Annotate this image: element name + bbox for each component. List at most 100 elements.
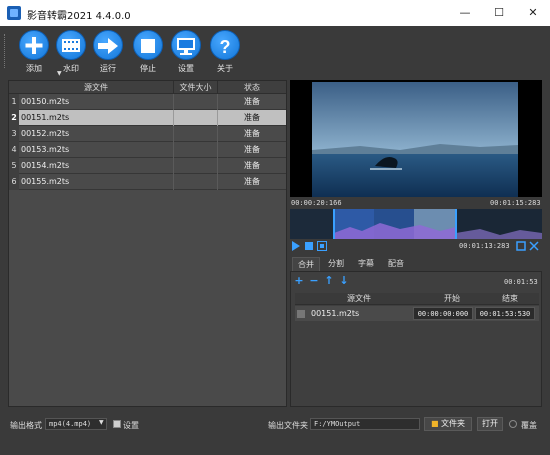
merge-table-header: 源文件 开始 结束 [295,293,539,305]
question-icon: ? [220,37,231,57]
cell-status: 准备 [244,177,260,186]
table-row[interactable]: 00150.m2ts 准备 [19,94,286,110]
folder-icon: ■ [430,419,439,428]
status-bar [0,438,550,455]
file-list-table[interactable]: 源文件 文件大小 状态 1 00150.m2ts 准备 2 00151.m2ts… [8,80,287,407]
svg-text:?: ? [220,37,231,57]
tab-merge[interactable]: 合并 [292,257,320,271]
choose-folder-button[interactable]: ■ 文件夹 [424,417,472,431]
row-number: 6 [9,174,19,190]
cell-size [174,174,218,190]
maximize-button[interactable]: ☐ [482,0,516,26]
stop-playback-icon[interactable] [304,241,314,251]
merge-cell-file: 00151.m2ts [311,309,360,318]
merge-panel: + − ↑ ↓ 00:01:53 源文件 开始 结束 00151.m2ts 00… [290,271,542,407]
header-file-size[interactable]: 文件大小 [174,81,218,94]
minimize-button[interactable]: — [448,0,482,26]
end-time-input[interactable]: 00:01:53:530 [475,307,535,320]
cut-icon[interactable] [529,241,539,251]
open-folder-button[interactable]: 打开 [477,417,503,431]
format-dropdown-icon[interactable]: ▼ [99,419,104,426]
format-settings-label[interactable]: 设置 [123,420,139,431]
main-toolbar: 添加 ▼ 水印 运行 停止 设置 ? 关于 [0,26,550,77]
table-row[interactable]: 00154.m2ts 准备 [19,158,286,174]
add-label: 添加 [26,64,42,73]
snapshot-icon[interactable] [516,241,526,251]
cell-file: 00154.m2ts [19,158,174,174]
merge-header-start: 开始 [444,294,460,303]
output-format-select[interactable]: mp4(4.mp4) [45,418,107,430]
cell-file: 00152.m2ts [19,126,174,142]
add-button[interactable]: 添加 ▼ [14,30,62,77]
watermark-button[interactable]: 水印 [51,30,91,74]
toolbar-grip[interactable] [4,34,7,68]
stop-button[interactable]: 停止 [128,30,168,74]
table-row-selected[interactable]: 00151.m2ts 准备 [19,110,286,126]
cell-status: 准备 [244,97,260,106]
add-clip-icon[interactable]: + [294,275,304,286]
close-button[interactable]: ✕ [516,0,550,26]
timeline-strip[interactable] [290,209,542,239]
overwrite-radio[interactable] [509,420,517,428]
fullscreen-icon[interactable] [317,241,327,251]
cell-size [174,142,218,158]
play-icon[interactable] [291,241,301,251]
cell-size [174,126,218,142]
cell-status: 准备 [244,113,260,122]
settings-label: 设置 [178,64,194,73]
tab-split[interactable]: 分割 [322,257,350,271]
timeline-thumbnails [290,209,542,239]
row-number: 3 [9,126,19,142]
cell-file: 00153.m2ts [19,142,174,158]
about-button[interactable]: ? 关于 [205,30,245,74]
cell-size [174,94,218,110]
run-button[interactable]: 运行 [88,30,128,74]
edit-tabs: 合并 分割 字幕 配音 [290,257,542,271]
settings-button[interactable]: 设置 [166,30,206,74]
remove-clip-icon[interactable]: − [309,275,319,286]
run-label: 运行 [100,64,116,73]
merge-header-end: 结束 [502,294,518,303]
table-row[interactable]: 00153.m2ts 准备 [19,142,286,158]
output-bar: 输出格式 mp4(4.mp4) ▼ 设置 输出文件夹 F:/YMOutput ■… [0,414,550,436]
tab-subtitle[interactable]: 字幕 [352,257,380,271]
end-time-label: 00:01:15:283 [490,199,541,207]
cell-size [174,158,218,174]
tab-dubbing[interactable]: 配音 [382,257,410,271]
monitor-icon [177,38,195,55]
video-preview[interactable] [290,80,542,197]
table-row[interactable]: 00152.m2ts 准备 [19,126,286,142]
overwrite-label: 覆盖 [521,421,537,430]
film-icon [62,39,80,52]
move-down-icon[interactable]: ↓ [339,275,349,286]
merge-row[interactable]: 00151.m2ts 00:00:00:000 00:01:53:530 [295,306,539,321]
cell-status: 准备 [244,161,260,170]
merge-header-source: 源文件 [347,294,371,303]
current-time-label: 00:00:20:166 [291,199,342,207]
about-label: 关于 [217,64,233,73]
row-handle-icon[interactable] [297,310,305,318]
stop-icon [141,39,155,53]
cell-size [174,110,218,126]
output-path-input[interactable]: F:/YMOutput [310,418,420,430]
video-frame-image [312,80,518,197]
cell-status: 准备 [244,145,260,154]
move-up-icon[interactable]: ↑ [324,275,334,286]
plus-icon [25,37,43,54]
app-logo-icon [7,6,21,20]
start-time-input[interactable]: 00:00:00:000 [413,307,473,320]
row-number: 1 [9,94,19,110]
table-row[interactable]: 00155.m2ts 准备 [19,174,286,190]
cell-file: 00155.m2ts [19,174,174,190]
stop-label: 停止 [140,64,156,73]
row-number: 5 [9,158,19,174]
cell-status: 准备 [244,129,260,138]
app-window: 影音转霸2021 4.4.0.0 — ☐ ✕ 添加 ▼ 水印 运行 停止 设置 … [0,0,550,455]
cell-file: 00150.m2ts [19,94,174,110]
title-bar: 影音转霸2021 4.4.0.0 — ☐ ✕ [0,0,550,26]
settings-checkbox[interactable] [113,420,121,428]
header-status[interactable]: 状态 [218,81,286,94]
output-folder-label: 输出文件夹 [268,421,308,430]
merge-duration-label: 00:01:53 [504,278,538,286]
header-source-file[interactable]: 源文件 [19,81,174,94]
